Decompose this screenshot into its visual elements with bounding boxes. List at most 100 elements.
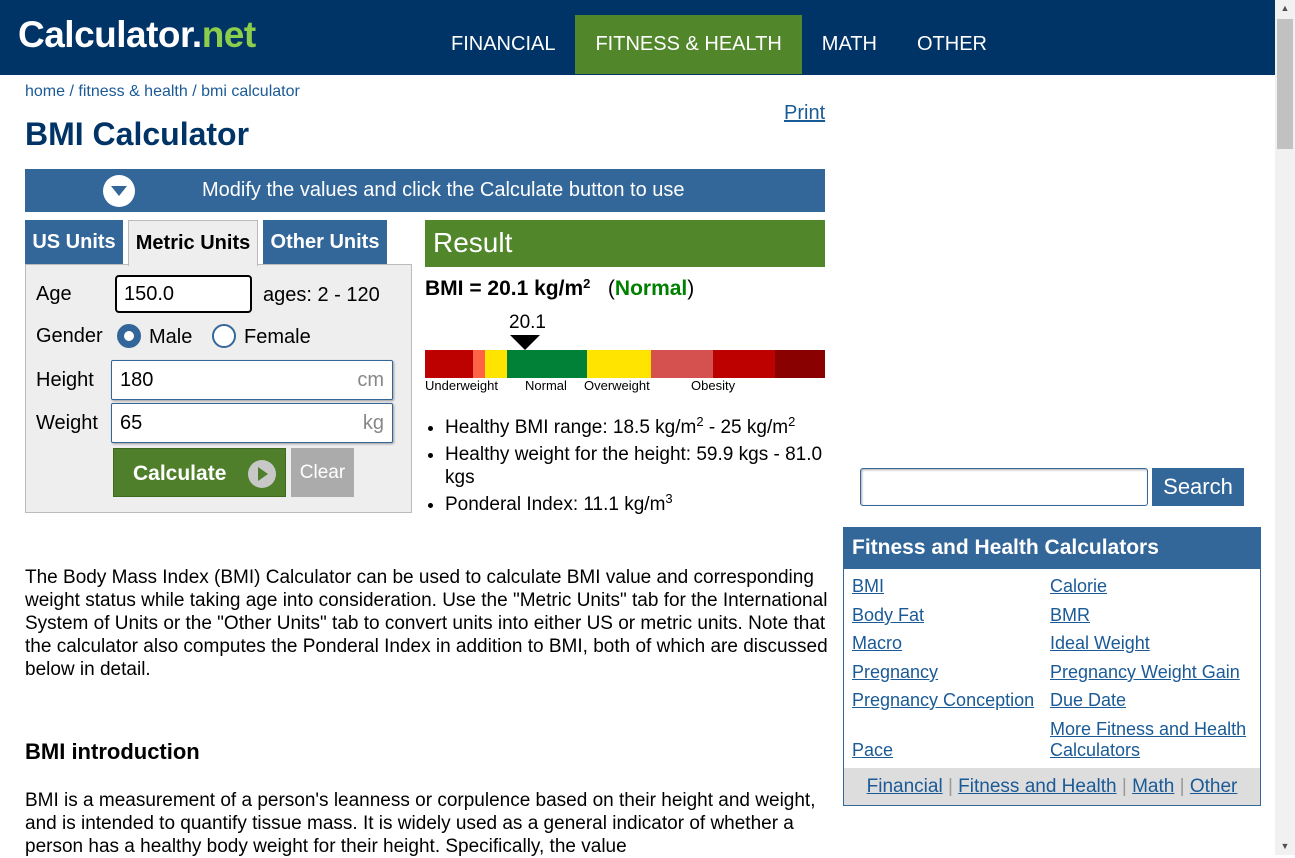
section-heading: BMI introduction [25,739,200,764]
breadcrumb-fitness-health[interactable]: fitness & health [78,83,187,100]
play-arrow-icon [248,460,276,488]
nav-math[interactable]: MATH [802,15,897,74]
healthy-weight: Healthy weight for the height: 59.9 kgs … [445,443,825,489]
gender-male-label[interactable]: Male [149,326,192,349]
healthy-bmi-range-text: Healthy BMI range: 18.5 kg/m [445,417,697,438]
weight-value: 65 [120,412,143,434]
bmi-result-line: BMI = 20.1 kg/m2 (Normal) [425,277,694,301]
healthy-bmi-range-exp1: 2 [696,414,704,429]
nav-financial[interactable]: FINANCIAL [431,15,575,74]
site-header: Calculator.net FINANCIAL FITNESS & HEALT… [0,0,1275,75]
height-label: Height [36,369,94,391]
bmi-gauge-bar [425,350,825,378]
site-logo[interactable]: Calculator.net [18,14,256,56]
gauge-segment [713,350,775,378]
gauge-segment [425,350,473,378]
scroll-down-arrow-icon[interactable]: ▼ [1275,838,1295,855]
section-paragraph: BMI is a measurement of a person's leann… [25,790,816,857]
footer-link-financial[interactable]: Financial [867,776,943,797]
bmi-status: Normal [614,277,688,300]
fitness-calculators-box: Fitness and Health Calculators BMI Calor… [843,527,1261,806]
gauge-segment [775,350,825,378]
print-link[interactable]: Print [784,102,825,125]
ponderal-index-exp: 3 [665,491,673,506]
chevron-down-circle-icon[interactable] [103,175,135,207]
link-calorie[interactable]: Calorie [1050,576,1107,597]
link-more-fitness[interactable]: More Fitness and Health Calculators [1050,719,1250,761]
bmi-value: BMI = 20.1 kg/m2 [425,277,590,300]
link-pace[interactable]: Pace [852,740,893,761]
logo-text-accent: net [201,14,257,55]
gender-male-radio[interactable] [117,324,141,348]
breadcrumb-separator: / [187,83,202,100]
footer-separator: | [1116,776,1133,797]
link-pregnancy-conception[interactable]: Pregnancy Conception [852,690,1034,711]
nav-other[interactable]: OTHER [897,15,1007,74]
weight-input[interactable]: 65 kg [111,403,393,443]
gauge-segment [473,350,485,378]
tab-metric-units[interactable]: Metric Units [128,220,258,266]
link-body-fat[interactable]: Body Fat [852,605,924,626]
height-value: 180 [120,369,154,391]
gauge-value-label: 20.1 [509,312,546,333]
height-input[interactable]: 180 cm [111,360,393,400]
tab-us-units[interactable]: US Units [25,220,123,264]
link-ideal-weight[interactable]: Ideal Weight [1050,633,1150,654]
ponderal-index-text: Ponderal Index: 11.1 kg/m [445,494,666,515]
gauge-label-obesity: Obesity [691,378,736,393]
gauge-label-overweight: Overweight [584,378,650,393]
result-header: Result [425,220,825,267]
page-title: BMI Calculator [25,116,250,152]
gauge-segment [587,350,651,378]
breadcrumb-home[interactable]: home [25,83,65,100]
footer-separator: | [942,776,959,797]
gender-female-radio[interactable] [212,324,236,348]
link-macro[interactable]: Macro [852,633,902,654]
category-links: Financial | Fitness and Health | Math | … [844,768,1260,805]
link-bmi[interactable]: BMI [852,576,884,597]
calculate-button[interactable]: Calculate [113,448,286,497]
bmi-unit-exponent: 2 [583,276,591,291]
result-details-list: Healthy BMI range: 18.5 kg/m2 - 25 kg/m2… [425,414,825,520]
fitness-calculators-title: Fitness and Health Calculators [844,528,1260,569]
main-nav: FINANCIAL FITNESS & HEALTH MATH OTHER [431,15,1007,74]
link-due-date[interactable]: Due Date [1050,690,1126,711]
nav-fitness-health[interactable]: FITNESS & HEALTH [575,15,802,74]
logo-text-dot: . [191,14,202,55]
gauge-pointer-icon [510,335,540,350]
age-input[interactable] [115,275,252,313]
ponderal-index: Ponderal Index: 11.1 kg/m3 [445,491,825,516]
link-pregnancy-weight-gain[interactable]: Pregnancy Weight Gain [1050,662,1240,683]
footer-link-fitness-health[interactable]: Fitness and Health [958,776,1116,797]
gauge-label-underweight: Underweight [425,378,498,393]
gender-female-label[interactable]: Female [244,326,311,349]
scroll-thumb[interactable] [1277,19,1293,149]
logo-text-main: Calculator [18,14,192,55]
gauge-segment [485,350,507,378]
footer-link-math[interactable]: Math [1132,776,1174,797]
weight-unit: kg [362,412,384,434]
link-bmr[interactable]: BMR [1050,605,1090,626]
gauge-label-normal: Normal [525,378,567,393]
calculate-button-label: Calculate [133,462,227,485]
gauge-segment [651,350,713,378]
bmi-status-close: ) [687,277,695,300]
modify-values-bar[interactable]: Modify the values and click the Calculat… [25,169,825,212]
clear-button[interactable]: Clear [291,448,354,497]
healthy-bmi-range: Healthy BMI range: 18.5 kg/m2 - 25 kg/m2 [445,414,825,439]
scroll-up-arrow-icon[interactable]: ▲ [1275,0,1295,17]
age-label: Age [36,283,72,305]
healthy-bmi-range-exp2: 2 [788,414,796,429]
breadcrumb-bmi-calculator[interactable]: bmi calculator [201,83,300,100]
footer-link-other[interactable]: Other [1190,776,1238,797]
breadcrumb: home / fitness & health / bmi calculator [25,83,300,101]
vertical-scrollbar[interactable]: ▲ ▼ [1275,0,1295,855]
gender-label: Gender [36,325,103,347]
link-pregnancy[interactable]: Pregnancy [852,662,938,683]
bmi-status-open: ( [607,277,615,300]
search-input[interactable] [860,468,1148,506]
age-range-hint: ages: 2 - 120 [263,284,380,306]
tab-other-units[interactable]: Other Units [263,220,387,264]
gauge-segment [507,350,587,378]
search-button[interactable]: Search [1152,468,1244,506]
